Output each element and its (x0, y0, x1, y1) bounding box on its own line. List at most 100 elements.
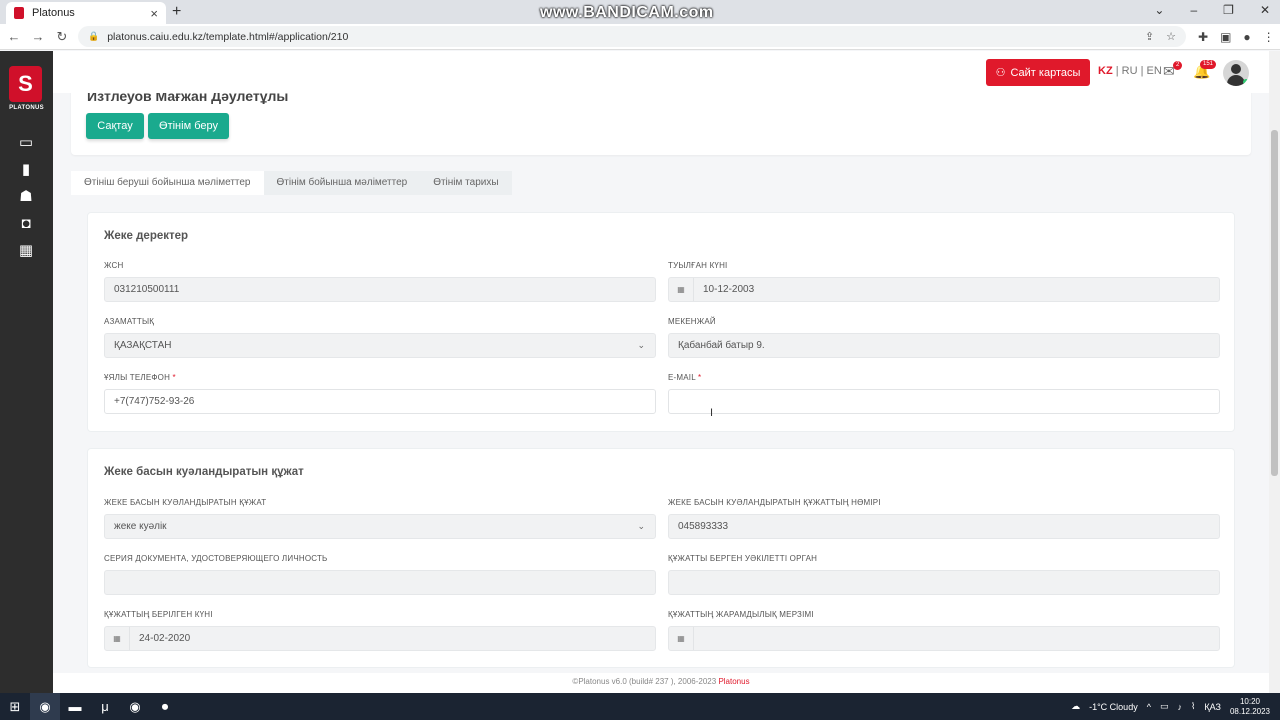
minimize-icon[interactable]: – (1190, 3, 1197, 17)
phone-label-text: ҰЯЛЫ ТЕЛЕФОН (104, 373, 171, 382)
online-status-dot (1243, 79, 1249, 85)
birthdate-label: ТУЫЛҒАН КҮНІ (668, 261, 728, 270)
email-input[interactable] (668, 389, 1220, 414)
calendar-icon: ▦ (669, 627, 694, 650)
new-tab-icon[interactable]: + (172, 3, 181, 21)
applicant-header-card: Изтлеуов Мағжан Дәулетұлы Сақтау Өтінім … (71, 93, 1251, 155)
platonus-logo[interactable]: S (9, 66, 42, 102)
network-icon[interactable]: ⌇ (1191, 701, 1195, 712)
issue-date-label: ҚҰЖАТТЫҢ БЕРІЛГЕН КҮНІ (104, 610, 213, 619)
browser-tab-title: Platonus (32, 7, 75, 19)
citizenship-value: ҚАЗАҚСТАН (114, 340, 172, 351)
bookmark-star-icon[interactable]: ☆ (1166, 30, 1176, 43)
clock[interactable]: 10:20 08.12.2023 (1230, 697, 1270, 717)
language-switcher: KZ | RU | EN (1098, 65, 1162, 77)
iin-value: 031210500111 (114, 284, 180, 295)
chrome-icon[interactable]: ◉ (30, 693, 60, 720)
doc-type-value: жеке куәлік (114, 521, 167, 532)
browser-toolbar: ← → ↻ 🔒 platonus.caiu.edu.kz/template.ht… (0, 24, 1280, 50)
lang-ru[interactable]: RU (1122, 65, 1138, 77)
submit-application-button[interactable]: Өтінім беру (148, 113, 229, 139)
weather-text[interactable]: -1°C Cloudy (1089, 702, 1138, 712)
tab-applicant-info[interactable]: Өтініш беруші бойынша мәліметтер (71, 171, 264, 195)
windows-taskbar: ⊞ ◉ ▬ μ ◉ ⏺ ☁ -1°C Cloudy ^ ▭ ♪ ⌇ ҚАЗ 10… (0, 693, 1280, 720)
lang-en[interactable]: EN (1147, 65, 1162, 77)
sitemap-icon: ⚇ (995, 67, 1006, 79)
address-field[interactable]: Қабанбай батыр 9. (668, 333, 1220, 358)
chrome-icon[interactable]: ◉ (120, 693, 150, 720)
address-bar[interactable]: 🔒 platonus.caiu.edu.kz/template.html#/ap… (78, 26, 1186, 47)
bandicam-record-icon[interactable]: ⏺ (150, 693, 180, 720)
sidepanel-icon[interactable]: ▣ (1220, 30, 1231, 44)
iin-field[interactable]: 031210500111 (104, 277, 656, 302)
tab-search-icon[interactable]: ⌄ (1154, 3, 1164, 17)
issuer-field[interactable] (668, 570, 1220, 595)
footer-text: ©Platonus v6.0 (build# 237 ), 2006-2023 (572, 677, 717, 686)
window-controls: ⌄ – ❐ ✕ (1154, 3, 1270, 17)
lang-indicator[interactable]: ҚАЗ (1204, 702, 1221, 712)
doc-number-field[interactable]: 045893333 (668, 514, 1220, 539)
browser-menu-icon[interactable]: ⋮ (1263, 30, 1275, 44)
close-tab-icon[interactable]: × (150, 6, 158, 21)
monitor-user-icon[interactable]: ◘ (17, 216, 35, 232)
reload-icon[interactable]: ↻ (52, 29, 72, 45)
phone-label: ҰЯЛЫ ТЕЛЕФОН * (104, 373, 176, 382)
iin-label: ЖСН (104, 261, 124, 270)
utorrent-icon[interactable]: μ (90, 693, 120, 720)
forward-icon[interactable]: → (28, 29, 48, 44)
lang-kz[interactable]: KZ (1098, 65, 1113, 77)
windows-start-icon[interactable]: ⊞ (0, 693, 30, 720)
main-content: Изтлеуов Мағжан Дәулетұлы Сақтау Өтінім … (53, 93, 1269, 673)
identity-document-title: Жеке басын куәландыратын құжат (104, 466, 304, 478)
profile-icon[interactable]: ● (1243, 30, 1250, 44)
issue-date-field[interactable]: ▦ 24-02-2020 (104, 626, 656, 651)
doc-series-label: СЕРИЯ ДОКУМЕНТА, УДОСТОВЕРЯЮЩЕГО ЛИЧНОСТ… (104, 554, 328, 563)
required-mark: * (698, 373, 702, 382)
lock-icon[interactable]: 🔒 (88, 31, 99, 42)
share-icon[interactable]: ⇪ (1145, 30, 1154, 43)
issue-date-value: 24-02-2020 (139, 633, 191, 644)
identity-document-card: Жеке басын куәландыратын құжат ЖЕКЕ БАСЫ… (87, 448, 1235, 668)
user-hand-icon[interactable]: ☗ (17, 189, 35, 205)
address-value: Қабанбай батыр 9. (678, 340, 765, 351)
personal-data-card: Жеке деректер ЖСН 031210500111 ТУЫЛҒАН К… (87, 212, 1235, 432)
doc-type-select[interactable]: жеке куәлік ⌄ (104, 514, 656, 539)
tab-application-info[interactable]: Өтінім бойынша мәліметтер (263, 171, 421, 195)
book-icon[interactable]: ▮ (17, 162, 35, 178)
browser-tab[interactable]: Platonus × (6, 2, 166, 24)
phone-input[interactable]: +7(747)752-93-26 (104, 389, 656, 414)
extensions-icon[interactable]: ✚ (1198, 30, 1208, 44)
applicant-name: Изтлеуов Мағжан Дәулетұлы (87, 93, 289, 104)
scrollbar-thumb[interactable] (1271, 130, 1278, 476)
tab-application-history[interactable]: Өтінім тарихы (420, 171, 512, 195)
speaker-icon[interactable]: ♪ (1177, 702, 1182, 712)
application-tabs: Өтініш беруші бойынша мәліметтер Өтінім … (71, 171, 512, 195)
back-icon[interactable]: ← (4, 29, 24, 44)
calendar-icon: ▦ (105, 627, 130, 650)
user-avatar[interactable] (1223, 60, 1249, 86)
url-text: platonus.caiu.edu.kz/template.html#/appl… (107, 30, 349, 43)
close-window-icon[interactable]: ✕ (1260, 3, 1270, 17)
footer-brand-link[interactable]: Platonus (718, 677, 749, 686)
email-label-text: E-MAIL (668, 373, 696, 382)
presentation-icon[interactable]: ▭ (17, 135, 35, 151)
citizenship-label: АЗАМАТТЫҚ (104, 317, 155, 326)
doc-series-field[interactable] (104, 570, 656, 595)
expiry-date-label: ҚҰЖАТТЫҢ ЖАРАМДЫЛЫҚ МЕРЗІМІ (668, 610, 814, 619)
apps-grid-icon[interactable]: ▦ (17, 243, 35, 259)
birthdate-field[interactable]: ▦ 10-12-2003 (668, 277, 1220, 302)
birthdate-value: 10-12-2003 (703, 284, 755, 295)
site-map-button[interactable]: ⚇ Сайт картасы (986, 59, 1090, 86)
chevron-down-icon: ⌄ (637, 521, 645, 531)
citizenship-select[interactable]: ҚАЗАҚСТАН ⌄ (104, 333, 656, 358)
save-button[interactable]: Сақтау (86, 113, 144, 139)
platonus-favicon-icon (14, 7, 24, 19)
expiry-date-field[interactable]: ▦ (668, 626, 1220, 651)
folder-icon[interactable]: ▭ (1160, 701, 1169, 712)
restore-icon[interactable]: ❐ (1223, 3, 1234, 17)
tray-chevron-icon[interactable]: ^ (1147, 702, 1151, 712)
clock-time: 10:20 (1239, 696, 1260, 706)
page-footer: ©Platonus v6.0 (build# 237 ), 2006-2023 … (53, 673, 1269, 693)
phone-value: +7(747)752-93-26 (114, 396, 195, 407)
file-explorer-icon[interactable]: ▬ (60, 693, 90, 720)
